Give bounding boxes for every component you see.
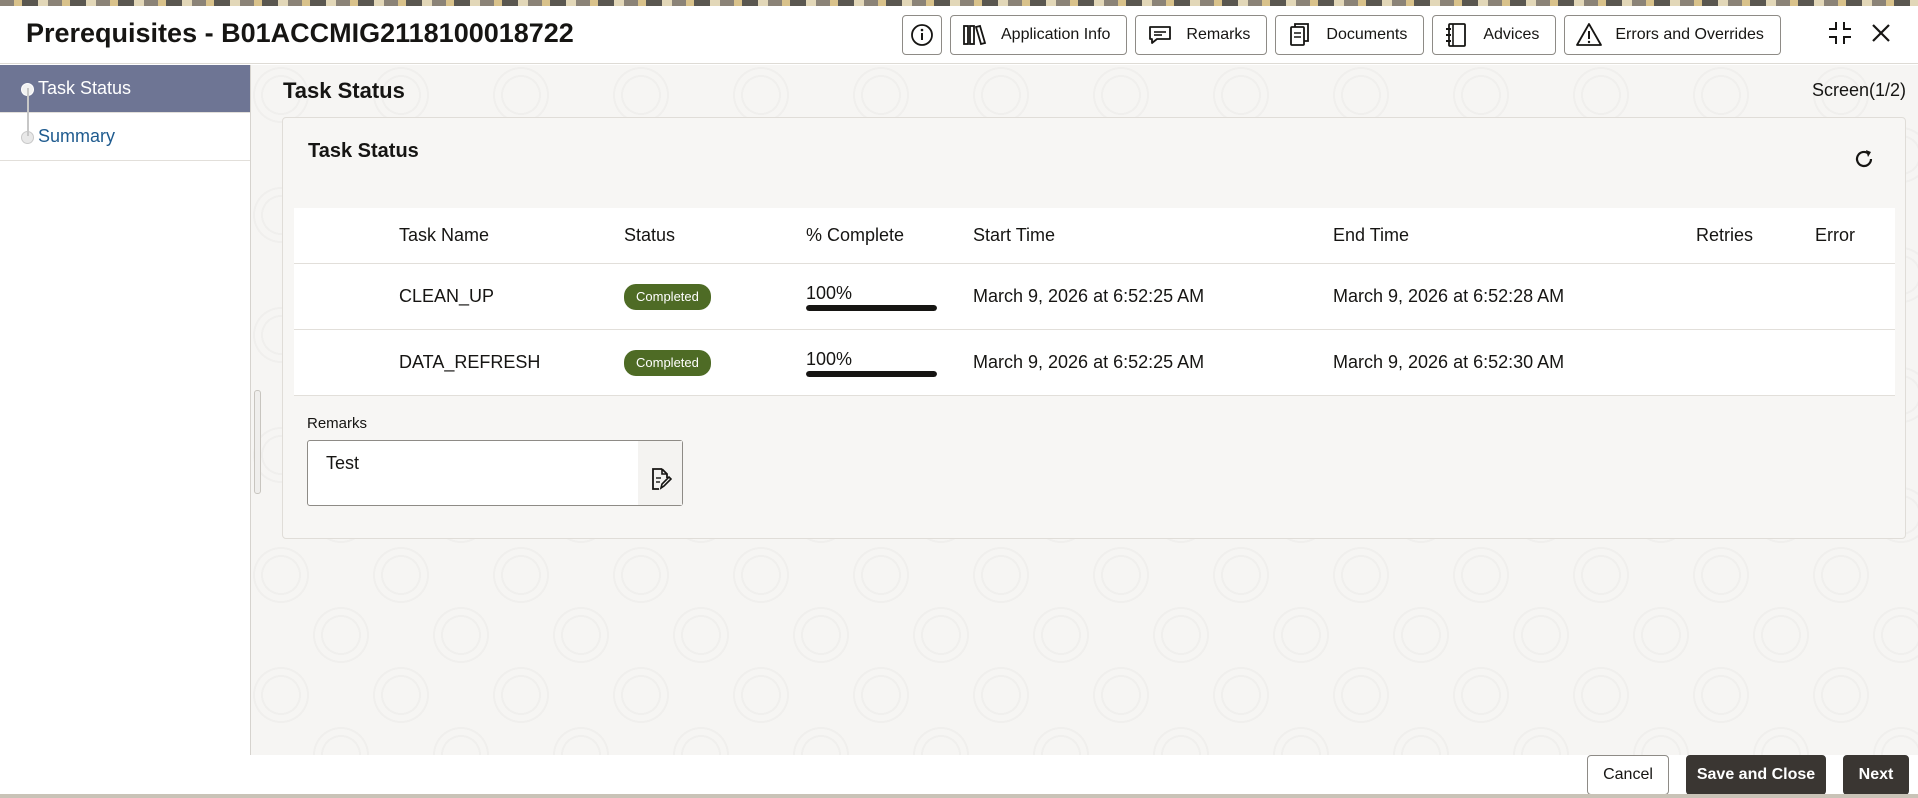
cancel-button[interactable]: Cancel [1587, 755, 1669, 795]
column-header-end-time[interactable]: End Time [1333, 208, 1409, 263]
advices-button[interactable]: Advices [1432, 15, 1557, 55]
documents-label: Documents [1326, 26, 1408, 43]
task-name-cell: DATA_REFRESH [399, 352, 541, 372]
save-and-close-button[interactable]: Save and Close [1686, 755, 1826, 795]
progress-bar-fill [806, 370, 937, 377]
header-actions: Application Info Remarks Documents Advic… [902, 15, 1781, 55]
application-info-label: Application Info [1001, 26, 1111, 43]
errors-overrides-label: Errors and Overrides [1615, 26, 1764, 43]
complete-percent-text: 100% [806, 348, 853, 369]
status-cell: Completed [624, 330, 711, 395]
sidebar-item-label: Summary [38, 126, 116, 146]
status-badge: Completed [624, 283, 711, 310]
progress-bar-fill [806, 304, 937, 311]
application-info-icon [961, 22, 989, 48]
task-status-table: Task Name Status % Complete Start Time E… [294, 208, 1895, 396]
advices-icon [1443, 22, 1471, 48]
window-bottom-strip [0, 794, 1918, 798]
task-name-cell: CLEAN_UP [399, 286, 495, 306]
info-button[interactable] [902, 15, 942, 55]
complete-cell: 100% [806, 264, 937, 329]
table-row[interactable]: DATA_REFRESH Completed 100% March 9, 202… [294, 330, 1895, 396]
start-time-cell: March 9, 2026 at 6:52:25 AM [973, 352, 1205, 372]
table-header-row: Task Name Status % Complete Start Time E… [294, 208, 1895, 264]
documents-icon [1286, 22, 1314, 48]
application-info-button[interactable]: Application Info [950, 15, 1128, 55]
header-bar: Prerequisites - B01ACCMIG2118100018722 A… [0, 6, 1918, 64]
remarks-value: Test [326, 453, 360, 473]
column-header-task-name[interactable]: Task Name [399, 208, 489, 263]
refresh-icon [1852, 147, 1876, 176]
panel-title: Task Status [308, 140, 419, 162]
column-header-complete[interactable]: % Complete [806, 208, 904, 263]
start-time-cell: March 9, 2026 at 6:52:25 AM [973, 286, 1205, 306]
edit-remarks-button[interactable] [638, 441, 682, 505]
screen-indicator: Screen(1/2) [1811, 80, 1906, 100]
complete-percent-text: 100% [806, 282, 853, 303]
sidebar-item-label: Task Status [38, 78, 132, 98]
remarks-label: Remarks [1186, 26, 1251, 43]
sidebar-item-task-status[interactable]: Task Status [0, 65, 250, 113]
next-button[interactable]: Next [1843, 755, 1909, 795]
progress-bar [806, 370, 937, 377]
status-cell: Completed [624, 264, 711, 329]
status-badge: Completed [624, 349, 711, 376]
remarks-field-label: Remarks [307, 415, 368, 432]
documents-button[interactable]: Documents [1275, 15, 1425, 55]
footer-bar: Cancel Save and Close Next [0, 755, 1918, 798]
advices-label: Advices [1483, 26, 1540, 43]
task-status-panel: Task Status Task Name Status % Complete … [282, 117, 1906, 539]
remarks-chat-icon [1146, 22, 1174, 48]
warning-icon [1575, 22, 1603, 48]
minimize-button[interactable] [1825, 20, 1855, 50]
table-row[interactable]: CLEAN_UP Completed 100% March 9, 2026 at… [294, 264, 1895, 330]
remarks-button[interactable]: Remarks [1135, 15, 1268, 55]
column-header-start-time[interactable]: Start Time [973, 208, 1055, 263]
column-header-retries[interactable]: Retries [1696, 208, 1753, 263]
column-header-error[interactable]: Error [1815, 208, 1855, 263]
splitter-handle[interactable] [254, 390, 261, 494]
close-icon [1869, 21, 1893, 50]
step-connector-line [27, 88, 29, 136]
remarks-textarea[interactable]: Test [307, 440, 683, 506]
minimize-icon [1826, 19, 1854, 52]
end-time-cell: March 9, 2026 at 6:52:30 AM [1333, 352, 1565, 372]
page-header-title: Prerequisites - B01ACCMIG2118100018722 [26, 18, 574, 48]
complete-cell: 100% [806, 330, 937, 395]
end-time-cell: March 9, 2026 at 6:52:28 AM [1333, 286, 1565, 306]
close-button[interactable] [1866, 20, 1896, 50]
errors-overrides-button[interactable]: Errors and Overrides [1564, 15, 1781, 55]
train-stop-sidebar: Task Status Summary [0, 65, 251, 755]
column-header-status[interactable]: Status [624, 208, 675, 263]
sidebar-item-summary[interactable]: Summary [0, 113, 250, 161]
edit-document-icon [648, 467, 673, 496]
page-title: Task Status [283, 78, 405, 103]
refresh-button[interactable] [1851, 148, 1877, 174]
progress-bar [806, 304, 937, 311]
info-icon [908, 22, 936, 48]
